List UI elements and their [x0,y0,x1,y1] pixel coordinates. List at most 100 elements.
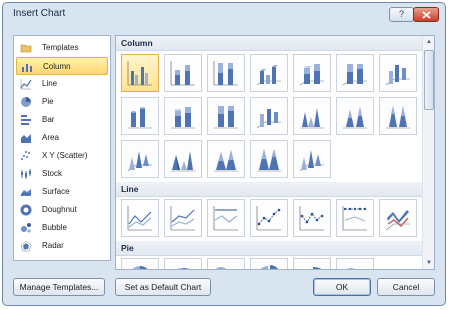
ok-button[interactable]: OK [313,278,371,296]
percent-stacked-cylinder-icon [214,106,238,129]
category-item-bubble[interactable]: Bubble [16,219,108,237]
3d-pie-icon [176,268,190,269]
surface-chart-icon [20,189,32,197]
chart-thumb-100-stacked-line[interactable] [207,199,245,237]
exploded-pie-icon [260,265,278,269]
exploded-3d-pie-icon [313,266,322,269]
stacked-cone-icon [343,107,367,129]
cylinder-icon [128,107,152,129]
close-button[interactable] [413,7,439,22]
category-label: X Y (Scatter) [42,151,88,160]
category-item-surface[interactable]: Surface [16,183,108,201]
chart-thumb-100-stacked-line-markers[interactable] [336,199,374,237]
stacked-pyramid-icon [214,150,238,172]
stacked-line-icon [170,206,195,231]
3d-pyramid-icon [299,150,324,172]
radar-chart-icon [20,240,32,252]
chart-thumb-3d-pyramid[interactable] [293,140,331,178]
category-label: Column [43,62,71,71]
chart-thumb-3d-column[interactable] [379,54,417,92]
line-icon [127,206,152,231]
chart-thumb-clustered-column[interactable] [121,54,159,92]
bar-chart-icon [21,115,31,125]
category-label: Line [42,79,58,88]
chart-thumb-clustered-cone[interactable] [293,97,331,135]
chart-thumb-3d-line[interactable] [379,199,417,237]
column-chart-icon [22,64,32,72]
chart-thumb-stacked-line[interactable] [164,199,202,237]
category-item-stock[interactable]: Stock [16,165,108,183]
category-item-bar[interactable]: Bar [16,111,108,129]
category-item-xy-scatter[interactable]: X Y (Scatter) [16,147,108,165]
chart-category-list: Templates Column Line Pie Bar Area X Y (… [13,35,111,261]
scroll-up-arrow-icon[interactable]: ▲ [423,36,434,48]
3d-cylinder-icon [256,109,281,129]
3d-clustered-column-icon [256,65,281,86]
chart-thumb-stacked-cylinder[interactable] [164,97,202,135]
cancel-button[interactable]: Cancel [377,278,435,296]
area-chart-icon [21,134,31,143]
chart-thumb-100-stacked-cone[interactable] [379,97,417,135]
percent-stacked-line-markers-icon [342,206,367,231]
chart-thumb-bar-of-pie[interactable] [336,258,374,269]
chart-thumb-100-stacked-pyramid[interactable] [250,140,288,178]
stacked-column-icon [170,61,195,86]
3d-line-icon [385,210,410,231]
chart-thumb-stacked-line-markers[interactable] [293,199,331,237]
category-item-doughnut[interactable]: Doughnut [16,201,108,219]
bubble-chart-icon [21,223,31,233]
chart-thumb-stacked-column[interactable] [164,54,202,92]
chart-thumb-line[interactable] [121,199,159,237]
gallery-scrollbar[interactable]: ▲ ▼ [422,36,434,269]
category-item-line[interactable]: Line [16,75,108,93]
chart-thumb-3d-cone[interactable] [121,140,159,178]
chart-thumb-100-stacked-column[interactable] [207,54,245,92]
chart-thumb-100-stacked-cylinder[interactable] [207,97,245,135]
chart-thumb-exploded-pie[interactable] [250,258,288,269]
clustered-column-icon [127,61,152,86]
chart-thumb-3d-100-stacked-column[interactable] [336,54,374,92]
chart-thumb-pie-of-pie[interactable] [207,258,245,269]
help-button[interactable]: ? [389,7,414,22]
chart-thumb-exploded-3d-pie[interactable] [293,258,331,269]
pyramid-icon [171,151,195,172]
category-label: Surface [42,187,70,196]
scroll-thumb[interactable] [424,50,434,110]
chart-thumb-line-markers[interactable] [250,199,288,237]
percent-stacked-pyramid-icon [257,149,281,172]
line-chart-icon [20,79,32,90]
stacked-cylinder-icon [171,107,195,129]
category-label: Pie [42,97,54,106]
3d-percent-stacked-column-icon [342,64,367,86]
category-item-pie[interactable]: Pie [16,93,108,111]
chart-subtype-gallery: Column Line Pie ▲ ▼ [115,35,435,270]
category-label: Templates [42,43,79,52]
category-item-column[interactable]: Column [16,57,108,75]
manage-templates-button[interactable]: Manage Templates... [13,278,105,296]
chart-thumb-pie[interactable] [121,258,159,269]
insert-chart-dialog: Insert Chart ? Templates Column Line Pie… [2,2,446,306]
close-icon [422,11,431,19]
category-label: Bubble [42,223,67,232]
chart-thumb-3d-clustered-column[interactable] [250,54,288,92]
bar-of-pie-icon [347,268,355,269]
chart-thumb-clustered-cylinder[interactable] [121,97,159,135]
dialog-title: Insert Chart [13,8,66,19]
category-item-radar[interactable]: Radar [16,237,108,255]
category-label: Area [42,133,59,142]
category-item-templates[interactable]: Templates [16,39,108,57]
set-default-chart-button[interactable]: Set as Default Chart [115,278,211,296]
chart-thumb-3d-pie[interactable] [164,258,202,269]
percent-stacked-cone-icon [386,106,410,129]
chart-thumb-3d-stacked-column[interactable] [293,54,331,92]
section-title: Pie [121,243,134,253]
category-label: Bar [42,115,55,124]
chart-thumb-clustered-pyramid[interactable] [164,140,202,178]
section-title: Line [121,184,139,194]
stock-chart-icon [21,169,31,179]
chart-thumb-stacked-pyramid[interactable] [207,140,245,178]
category-item-area[interactable]: Area [16,129,108,147]
chart-thumb-stacked-cone[interactable] [336,97,374,135]
scroll-down-arrow-icon[interactable]: ▼ [423,257,434,269]
chart-thumb-3d-cylinder[interactable] [250,97,288,135]
